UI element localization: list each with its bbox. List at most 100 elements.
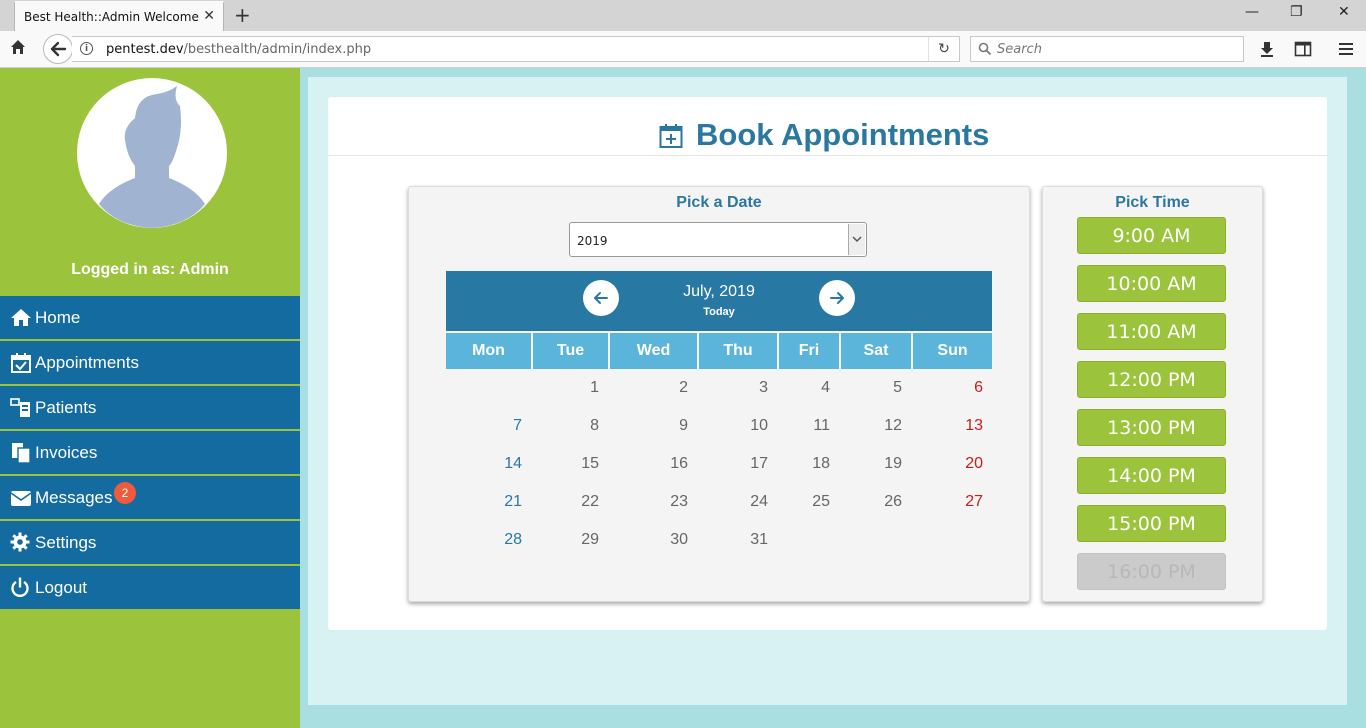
- time-slot-button[interactable]: 11:00 AM: [1077, 313, 1226, 350]
- patients-icon: [10, 398, 30, 417]
- calendar-day[interactable]: 31: [699, 521, 777, 559]
- today-link[interactable]: Today: [446, 306, 992, 318]
- sidebar-item-settings[interactable]: Settings: [0, 521, 300, 566]
- calendar-day-number: 16: [670, 455, 688, 472]
- calendar-day-number: 19: [884, 455, 902, 472]
- browser-nav-bar: i pentest.dev/besthealth/admin/index.php…: [0, 31, 1366, 68]
- calendar-day[interactable]: 28: [446, 521, 531, 559]
- search-icon: [978, 42, 992, 56]
- page-title: Book Appointments: [696, 117, 990, 152]
- date-panel-title: Pick a Date: [676, 194, 762, 211]
- calendar-day-number: 23: [670, 493, 688, 510]
- calendar-day[interactable]: 24: [699, 483, 777, 521]
- url-bar[interactable]: i pentest.dev/besthealth/admin/index.php…: [72, 36, 960, 62]
- calendar-day[interactable]: 8: [533, 407, 608, 445]
- select-arrow[interactable]: [848, 224, 865, 255]
- sidebar-item-appointments[interactable]: Appointments: [0, 341, 300, 386]
- calendar-day[interactable]: 19: [841, 445, 911, 483]
- calendar-day[interactable]: 15: [533, 445, 608, 483]
- sidebar-item-messages[interactable]: Messages 2: [0, 476, 300, 521]
- browser-home-icon[interactable]: [9, 38, 27, 56]
- calendar-day-number: 17: [750, 455, 768, 472]
- time-slot-button[interactable]: 9:00 AM: [1077, 217, 1226, 254]
- year-select[interactable]: 2019: [569, 222, 867, 257]
- time-slot-button[interactable]: 13:00 PM: [1077, 409, 1226, 446]
- download-icon[interactable]: [1258, 40, 1276, 58]
- calendar-day[interactable]: 9: [610, 407, 697, 445]
- browser-search-bar[interactable]: Search: [970, 36, 1244, 62]
- window-close-icon[interactable]: ✕: [1338, 4, 1350, 20]
- calendar-day[interactable]: 13: [913, 407, 992, 445]
- back-arrow-icon: [50, 41, 67, 57]
- new-tab-icon[interactable]: +: [234, 3, 251, 27]
- calendar-day[interactable]: 21: [446, 483, 531, 521]
- sidebar-item-logout[interactable]: Logout: [0, 566, 300, 611]
- calendar-day[interactable]: 11: [779, 407, 839, 445]
- calendar-day-number: 7: [513, 417, 522, 434]
- calendar-day-number: 20: [965, 455, 983, 472]
- site-info-icon[interactable]: i: [80, 42, 93, 55]
- sidebar-item-invoices[interactable]: Invoices: [0, 431, 300, 476]
- back-button[interactable]: [43, 34, 73, 64]
- calendar-day-number: 25: [812, 493, 830, 510]
- reload-icon[interactable]: ↻: [928, 37, 959, 61]
- calendar-day[interactable]: 3: [699, 369, 777, 407]
- time-slot-button[interactable]: 12:00 PM: [1077, 361, 1226, 398]
- sidebar: Logged in as: Admin Home Appointments Pa…: [0, 68, 300, 728]
- envelope-icon: [10, 491, 32, 506]
- user-silhouette-icon: [99, 86, 205, 228]
- calendar-day-number: 1: [590, 379, 599, 396]
- calendar-day-number: 5: [893, 379, 902, 396]
- invoices-icon: [12, 443, 31, 464]
- calendar-day-number: 24: [750, 493, 768, 510]
- calendar-day[interactable]: 5: [841, 369, 911, 407]
- weekday-header-sun: Sun: [913, 333, 992, 369]
- sidebar-item-patients[interactable]: Patients: [0, 386, 300, 431]
- menu-icon[interactable]: [1337, 40, 1355, 58]
- time-slot-button[interactable]: 15:00 PM: [1077, 505, 1226, 542]
- calendar-check-icon: [11, 353, 31, 373]
- calendar-day[interactable]: 18: [779, 445, 839, 483]
- calendar-day[interactable]: 4: [779, 369, 839, 407]
- calendar-day[interactable]: 10: [699, 407, 777, 445]
- calendar-day[interactable]: 26: [841, 483, 911, 521]
- page: Logged in as: Admin Home Appointments Pa…: [0, 68, 1366, 728]
- calendar-day[interactable]: 6: [913, 369, 992, 407]
- calendar-day[interactable]: 29: [533, 521, 608, 559]
- weekday-header-thu: Thu: [699, 333, 777, 369]
- sidebar-item-label: Logout: [35, 578, 87, 597]
- browser-tab[interactable]: Best Health::Admin Welcome ✕: [14, 1, 224, 31]
- calendar-day[interactable]: 16: [610, 445, 697, 483]
- calendar-day[interactable]: 30: [610, 521, 697, 559]
- sidebar-item-home[interactable]: Home: [0, 296, 300, 341]
- date-picker-panel: Pick a Date 2019 July, 2019 Today Mon Tu…: [408, 186, 1030, 602]
- calendar-day[interactable]: 14: [446, 445, 531, 483]
- calendar-day[interactable]: 17: [699, 445, 777, 483]
- calendar-day-number: 21: [504, 493, 522, 510]
- restore-icon[interactable]: ❐: [1290, 4, 1303, 20]
- calendar-day[interactable]: 27: [913, 483, 992, 521]
- time-slot-button[interactable]: 14:00 PM: [1077, 457, 1226, 494]
- tab-close-icon[interactable]: ✕: [203, 8, 215, 24]
- calendar-day[interactable]: 23: [610, 483, 697, 521]
- calendar-day-number: 26: [884, 493, 902, 510]
- calendar-day[interactable]: 22: [533, 483, 608, 521]
- gear-icon: [10, 532, 30, 552]
- calendar-day[interactable]: 20: [913, 445, 992, 483]
- search-placeholder: Search: [997, 42, 1042, 57]
- minimize-icon[interactable]: —: [1245, 4, 1259, 20]
- calendar-day-number: 28: [504, 531, 522, 548]
- calendar-day-number: 9: [679, 417, 688, 434]
- calendar-day[interactable]: 7: [446, 407, 531, 445]
- calendar-day-number: 12: [884, 417, 902, 434]
- calendar-day[interactable]: 2: [610, 369, 697, 407]
- calendar-day[interactable]: 1: [533, 369, 608, 407]
- time-slot-button[interactable]: 10:00 AM: [1077, 265, 1226, 302]
- calendar-day[interactable]: 12: [841, 407, 911, 445]
- sidebar-toggle-icon[interactable]: [1294, 40, 1312, 58]
- next-month-button[interactable]: [819, 280, 855, 316]
- time-picker-panel: Pick Time 9:00 AM 10:00 AM 11:00 AM 12:00 P…: [1042, 186, 1263, 602]
- calendar-day-number: 8: [590, 417, 599, 434]
- calendar-day-number: 11: [813, 417, 830, 434]
- calendar-day[interactable]: 25: [779, 483, 839, 521]
